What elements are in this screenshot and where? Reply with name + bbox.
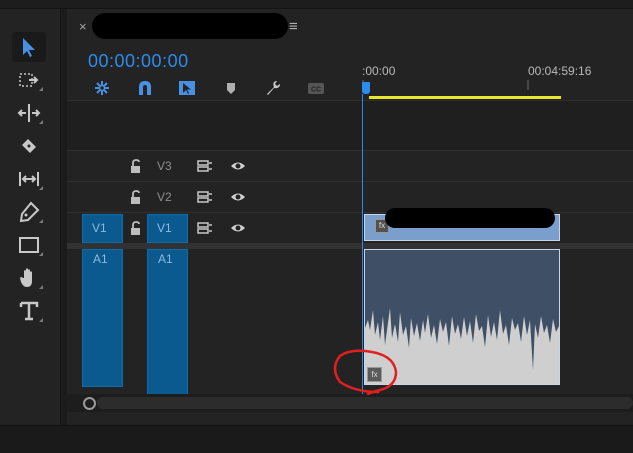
svg-text:CC: CC	[311, 87, 321, 94]
razor-icon	[22, 139, 36, 153]
playhead-handle[interactable]	[362, 82, 370, 94]
unlock-icon	[131, 190, 140, 204]
toggle-output-v1-button[interactable]	[230, 220, 246, 236]
source-patch-a1-label: A1	[93, 252, 108, 266]
add-marker-icon	[227, 83, 235, 94]
slip-tool[interactable]	[12, 164, 46, 194]
playhead-line	[362, 94, 363, 394]
timeline-settings-button[interactable]	[262, 78, 284, 98]
nest-sequence-icon	[95, 81, 109, 95]
audio-clip-fx-badge: fx	[367, 367, 382, 382]
eye-icon	[231, 224, 245, 232]
lock-track-v2-button[interactable]	[128, 189, 144, 205]
sync-lock-icon	[197, 222, 212, 234]
sequence-tab-title-redacted[interactable]	[92, 13, 288, 39]
unlock-icon	[131, 159, 140, 173]
lock-track-v1-button[interactable]	[128, 220, 144, 236]
snap-icon	[139, 81, 151, 95]
work-area-bar[interactable]	[369, 96, 561, 99]
sync-lock-icon	[197, 160, 212, 172]
linked-selection-button[interactable]	[176, 78, 198, 98]
pen-icon	[19, 201, 40, 223]
video-clip-name-redacted	[385, 208, 555, 228]
sync-lock-icon	[197, 191, 212, 203]
panel-menu-button[interactable]: ≡	[289, 18, 298, 35]
type-tool[interactable]	[12, 296, 46, 326]
track-select-icon	[19, 73, 39, 87]
snap-button[interactable]	[134, 78, 156, 98]
add-marker-button[interactable]	[220, 78, 242, 98]
selection-tool[interactable]	[12, 32, 46, 62]
pen-tool[interactable]	[12, 197, 46, 227]
playhead-timecode[interactable]: 00:00:00:00	[88, 51, 189, 72]
eye-icon	[231, 162, 245, 170]
lock-track-v3-button[interactable]	[128, 158, 144, 174]
nest-sequence-button[interactable]	[91, 78, 113, 98]
track-select-forward-tool[interactable]	[12, 65, 46, 95]
ruler-divider	[67, 100, 633, 101]
audio-waveform	[365, 308, 559, 384]
unlock-icon	[131, 221, 140, 235]
ruler-ticks	[362, 80, 529, 90]
wrench-icon	[267, 81, 280, 95]
toggle-output-v3-button[interactable]	[230, 158, 246, 174]
source-patch-v1-label: V1	[92, 221, 107, 235]
bottom-strip	[0, 425, 633, 453]
eye-icon	[231, 193, 245, 201]
ruler-end-label: 00:04:59:16	[528, 64, 592, 78]
toggle-sync-lock-v1-button[interactable]	[197, 220, 213, 236]
type-icon	[19, 301, 39, 321]
toggle-output-v2-button[interactable]	[230, 189, 246, 205]
selection-arrow-icon	[23, 38, 35, 57]
captions-button[interactable]: CC	[305, 78, 327, 98]
top-strip	[0, 0, 633, 9]
toggle-sync-lock-v3-button[interactable]	[197, 158, 213, 174]
hand-icon	[20, 268, 32, 287]
track-a1-label: A1	[158, 252, 173, 266]
rectangle-icon	[19, 237, 39, 253]
audio-clip[interactable]	[364, 249, 560, 385]
source-patch-a1[interactable]	[82, 249, 123, 387]
row-separator	[67, 150, 633, 151]
ripple-edit-tool[interactable]	[12, 98, 46, 128]
hand-tool[interactable]	[12, 263, 46, 293]
track-target-a1[interactable]	[147, 249, 188, 397]
slip-icon	[19, 172, 39, 186]
track-v3-label[interactable]: V3	[157, 159, 172, 173]
tools-panel	[0, 9, 61, 425]
toggle-sync-lock-v2-button[interactable]	[197, 189, 213, 205]
track-v1-label: V1	[157, 221, 172, 235]
ruler-start-label: :00:00	[362, 64, 396, 78]
rectangle-tool[interactable]	[12, 230, 46, 260]
zoom-handle[interactable]	[83, 397, 96, 410]
close-tab-button[interactable]: ×	[79, 19, 87, 34]
razor-tool[interactable]	[12, 131, 46, 161]
captions-icon: CC	[308, 83, 324, 94]
horizontal-zoom-scrollbar[interactable]	[97, 397, 633, 409]
linked-selection-icon	[179, 81, 195, 95]
track-v2-label[interactable]: V2	[157, 190, 172, 204]
timeline-empty-area	[67, 100, 633, 150]
row-separator	[67, 181, 633, 182]
ripple-edit-icon	[17, 104, 41, 122]
